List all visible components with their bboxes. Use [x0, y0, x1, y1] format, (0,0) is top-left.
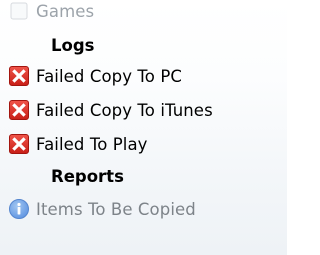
section-header-label: Logs	[51, 35, 95, 55]
tree-item-label: Items To Be Copied	[36, 199, 196, 219]
tree-item-failed-to-play[interactable]: Failed To Play	[0, 128, 287, 160]
tree-item-label: Failed Copy To iTunes	[36, 100, 213, 120]
section-header-reports[interactable]: Reports	[0, 160, 287, 192]
info-icon	[8, 198, 30, 220]
error-x-icon	[8, 133, 30, 155]
error-x-icon	[8, 65, 30, 87]
error-x-icon	[8, 99, 30, 121]
navigation-tree: Games Logs Failed Copy To PC Failed Copy…	[0, 0, 287, 255]
tree-item-games[interactable]: Games	[0, 0, 287, 27]
tree-item-items-to-be-copied[interactable]: Items To Be Copied	[0, 193, 287, 225]
tree-item-label: Failed To Play	[36, 134, 148, 154]
section-header-logs[interactable]: Logs	[0, 29, 287, 61]
tree-item-label: Games	[36, 1, 95, 21]
tree-item-failed-copy-to-itunes[interactable]: Failed Copy To iTunes	[0, 94, 287, 126]
tree-item-label: Failed Copy To PC	[36, 66, 183, 86]
games-icon	[8, 0, 30, 22]
tree-item-failed-copy-to-pc[interactable]: Failed Copy To PC	[0, 60, 287, 92]
section-header-label: Reports	[51, 166, 124, 186]
